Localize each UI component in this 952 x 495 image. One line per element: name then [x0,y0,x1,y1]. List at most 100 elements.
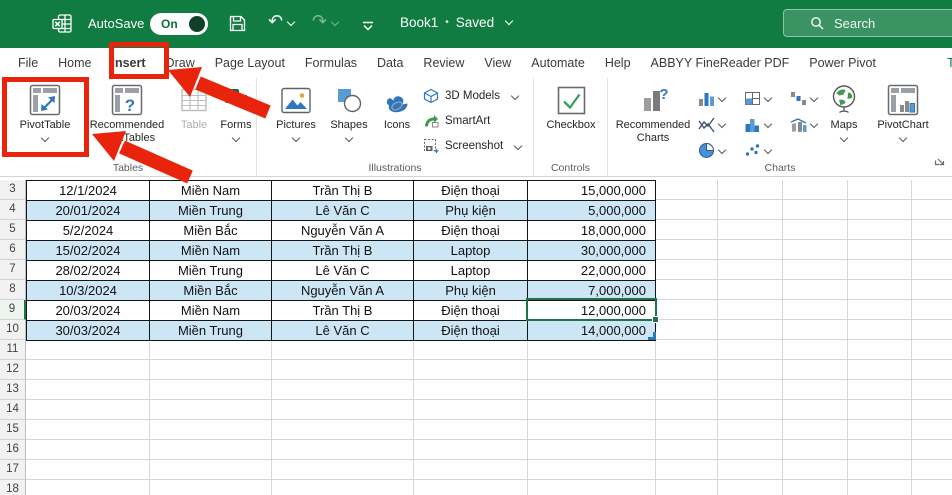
cell-r6-c3[interactable]: Laptop [414,241,528,261]
save-icon[interactable] [228,14,247,38]
row-header-16[interactable]: 16 [0,440,26,460]
quick-access-overflow-icon[interactable] [362,19,374,37]
undo-chevron-icon[interactable] [286,17,296,27]
tab-draw[interactable]: Draw [156,48,205,78]
cell-r10-c2[interactable]: Lê Văn C [272,321,414,341]
undo-button[interactable]: ↶ [268,11,296,32]
row-header-3[interactable]: 3 [0,180,26,200]
row-header-13[interactable]: 13 [0,380,26,400]
row-header-18[interactable]: 18 [0,480,26,495]
pictures-button[interactable]: Pictures [269,81,323,142]
row-header-11[interactable]: 11 [0,340,26,360]
cell-r6-c2[interactable]: Trần Thị B [272,241,414,261]
cell-r4-c0[interactable]: 20/01/2024 [27,201,150,221]
row-header-8[interactable]: 8 [0,280,26,300]
tab-formulas[interactable]: Formulas [295,48,367,78]
row-header-17[interactable]: 17 [0,460,26,480]
tab-view[interactable]: View [474,48,521,78]
3d-models-button[interactable]: 3D Models [423,85,521,106]
row-header-14[interactable]: 14 [0,400,26,420]
cell-r3-c3[interactable]: Điện thoại [414,181,528,201]
maps-button[interactable]: Maps [822,81,866,142]
tab-power-pivot[interactable]: Power Pivot [799,48,886,78]
statistic-chart-button[interactable] [744,111,790,137]
row-header-4[interactable]: 4 [0,200,26,220]
cell-r3-c4[interactable]: 15,000,000 [528,181,656,201]
pivotchart-button[interactable]: PivotChart [870,81,936,142]
tab-tabl[interactable]: Tabl [937,48,952,78]
cell-r3-c0[interactable]: 12/1/2024 [27,181,150,201]
screenshot-button[interactable]: Screenshot [423,135,523,156]
table-resize-handle[interactable] [648,332,656,340]
cell-r6-c1[interactable]: Miền Nam [150,241,272,261]
cell-r8-c0[interactable]: 10/3/2024 [27,281,150,301]
cell-r9-c1[interactable]: Miền Nam [150,301,272,321]
row-header-12[interactable]: 12 [0,360,26,380]
cell-r8-c1[interactable]: Miền Bắc [150,281,272,301]
cell-r5-c4[interactable]: 18,000,000 [528,221,656,241]
search-input[interactable]: Search [783,9,952,37]
shapes-button[interactable]: Shapes [325,81,373,142]
tab-file[interactable]: File [8,48,48,78]
row-header-10[interactable]: 10 [0,320,26,340]
row-header-7[interactable]: 7 [0,260,26,280]
tab-abbyy-finereader-pdf[interactable]: ABBYY FineReader PDF [641,48,800,78]
tab-data[interactable]: Data [367,48,413,78]
line-chart-button[interactable] [698,111,744,137]
recommended-charts-button[interactable]: ? Recommended Charts [612,81,694,144]
autosave-toggle[interactable]: On [150,13,208,35]
row-header-9[interactable]: 9 [0,300,26,320]
cell-r7-c4[interactable]: 22,000,000 [528,261,656,281]
cell-r10-c0[interactable]: 30/03/2024 [27,321,150,341]
tab-page-layout[interactable]: Page Layout [205,48,295,78]
row-header-6[interactable]: 6 [0,240,26,260]
cell-r7-c3[interactable]: Laptop [414,261,528,281]
row-header-15[interactable]: 15 [0,420,26,440]
cell-r5-c1[interactable]: Miền Bắc [150,221,272,241]
scatter-chart-button[interactable] [744,137,790,163]
cell-r10-c4[interactable]: 14,000,000 [528,321,656,341]
cell-r8-c2[interactable]: Nguyễn Văn A [272,281,414,301]
cell-r7-c2[interactable]: Lê Văn C [272,261,414,281]
forms-button[interactable]: F Forms [216,81,256,142]
tab-home[interactable]: Home [48,48,101,78]
cell-r4-c3[interactable]: Phụ kiện [414,201,528,221]
cell-r10-c3[interactable]: Điện thoại [414,321,528,341]
cell-r4-c2[interactable]: Lê Văn C [272,201,414,221]
tab-insert[interactable]: Insert [102,48,156,78]
cell-r7-c0[interactable]: 28/02/2024 [27,261,150,281]
cell-r9-c2[interactable]: Trần Thị B [272,301,414,321]
cell-r3-c2[interactable]: Trần Thị B [272,181,414,201]
cell-r5-c3[interactable]: Điện thoại [414,221,528,241]
fill-handle[interactable] [652,316,659,323]
cell-r5-c0[interactable]: 5/2/2024 [27,221,150,241]
pie-chart-button[interactable] [698,137,744,163]
tab-automate[interactable]: Automate [521,48,595,78]
cell-r7-c1[interactable]: Miền Trung [150,261,272,281]
cell-r10-c1[interactable]: Miền Trung [150,321,272,341]
cell-r5-c2[interactable]: Nguyễn Văn A [272,221,414,241]
tab-review[interactable]: Review [413,48,474,78]
cell-r4-c1[interactable]: Miền Trung [150,201,272,221]
icons-button[interactable]: Icons [375,81,419,132]
column-chart-button[interactable] [698,85,744,111]
cell-r6-c0[interactable]: 15/02/2024 [27,241,150,261]
smartart-button[interactable]: SmartArt [423,110,521,131]
redo-button[interactable]: ↷ [312,11,340,32]
redo-chevron-icon[interactable] [330,17,340,27]
spreadsheet-grid[interactable]: 3 4 5 6 7 8 9 10 11 12 13 14 15 16 17 18 12/1/2024 Miền … [0,180,952,495]
cell-r9-c0[interactable]: 20/03/2024 [27,301,150,321]
cell-r9-c3[interactable]: Điện thoại [414,301,528,321]
hierarchy-chart-button[interactable] [744,85,790,111]
cell-r3-c1[interactable]: Miền Nam [150,181,272,201]
cell-r6-c4[interactable]: 30,000,000 [528,241,656,261]
tab-help[interactable]: Help [595,48,641,78]
pivottable-button[interactable]: PivotTable [6,81,84,142]
cell-r4-c4[interactable]: 5,000,000 [528,201,656,221]
checkbox-button[interactable]: Checkbox [541,81,601,132]
cell-r8-c3[interactable]: Phụ kiện [414,281,528,301]
document-title[interactable]: Book1 • Saved [400,15,514,30]
row-header-5[interactable]: 5 [0,220,26,240]
recommended-pivottables-button[interactable]: ? Recommended PivotTables [84,81,170,144]
table-button[interactable]: Table [172,81,216,132]
